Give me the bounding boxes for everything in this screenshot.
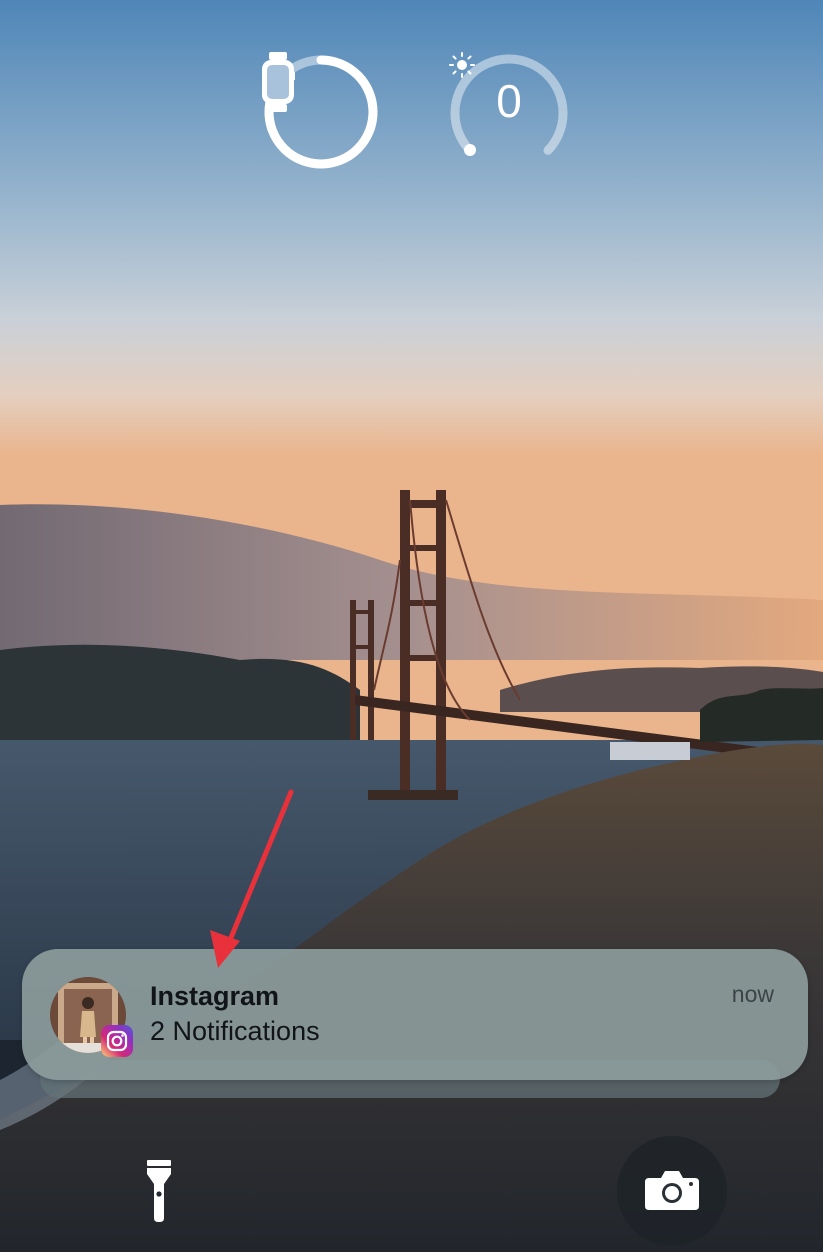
camera-button[interactable] bbox=[617, 1136, 727, 1246]
flashlight-button[interactable] bbox=[99, 1136, 217, 1242]
instagram-icon bbox=[101, 1025, 133, 1057]
notification-summary: 2 Notifications bbox=[150, 1016, 320, 1046]
notification-app-name: Instagram bbox=[150, 981, 280, 1011]
battery-widget[interactable] bbox=[261, 52, 381, 172]
uv-index-value: 0 bbox=[496, 75, 522, 127]
notification-card[interactable]: Instagram 2 Notifications now bbox=[22, 949, 808, 1080]
uv-index-widget[interactable]: 0 bbox=[449, 52, 569, 172]
notification-time: now bbox=[731, 981, 774, 1007]
flashlight-icon bbox=[147, 1160, 171, 1222]
sun-icon bbox=[449, 52, 475, 78]
apple-watch-icon bbox=[262, 52, 295, 112]
camera-icon bbox=[645, 1171, 699, 1210]
